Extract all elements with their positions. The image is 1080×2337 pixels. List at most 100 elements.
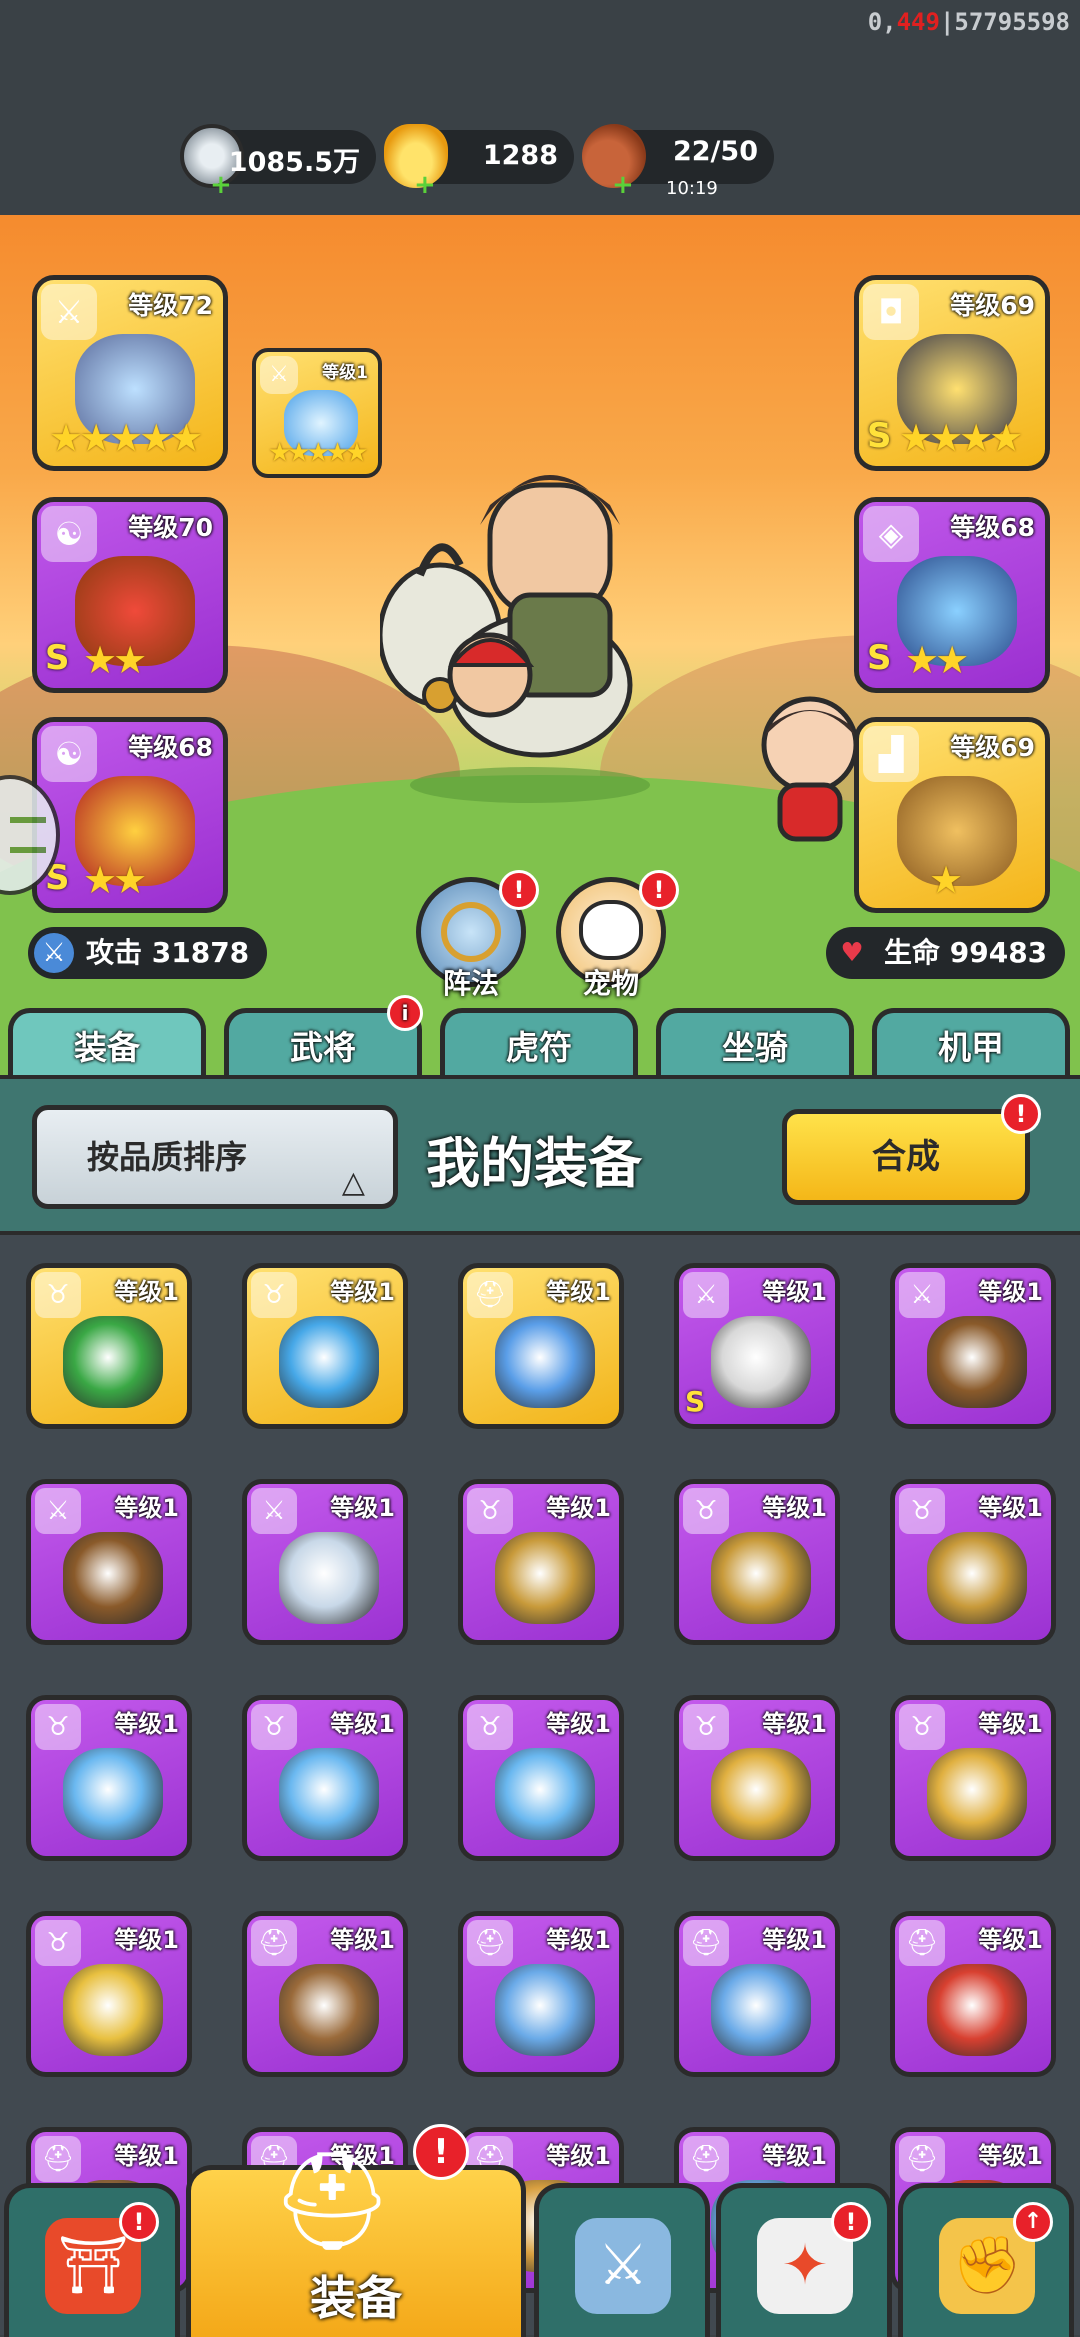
- item-type-icon: ⛑: [251, 1920, 297, 1966]
- item-type-icon: ♉: [35, 1920, 81, 1966]
- item-type-icon: ♉: [899, 1704, 945, 1750]
- tab-tiger-tally[interactable]: 虎符: [440, 1008, 638, 1078]
- stamina-timer: 10:19: [666, 178, 718, 199]
- item-art: [711, 1748, 811, 1840]
- inventory-item[interactable]: ⚔ 等级1: [242, 1479, 408, 1645]
- item-art: [495, 1748, 595, 1840]
- item-level: 等级1: [762, 1494, 827, 1522]
- inventory-item[interactable]: ⛑ 等级1: [242, 1911, 408, 2077]
- add-stamina-icon[interactable]: +: [612, 172, 634, 198]
- slot-talisman-1[interactable]: ☯ 等级70 S ★★: [32, 497, 228, 693]
- inventory-item[interactable]: ⚔ 等级1 S: [674, 1263, 840, 1429]
- item-art: [927, 1316, 1027, 1408]
- inventory-item[interactable]: ⚔ 等级1: [890, 1263, 1056, 1429]
- tab-equipment[interactable]: 装备: [8, 1008, 206, 1078]
- inventory-item[interactable]: ♉ 等级1: [26, 1263, 192, 1429]
- slot-bracer[interactable]: ◈ 等级68 S ★★: [854, 497, 1050, 693]
- nav-generals[interactable]: ✦ !: [716, 2183, 892, 2337]
- item-type-icon: ♉: [35, 1704, 81, 1750]
- nav-city[interactable]: ⛩ !: [4, 2183, 180, 2337]
- sword-icon: ⚔: [34, 933, 74, 973]
- sort-by-quality-button[interactable]: 按品质排序 △: [32, 1105, 398, 1209]
- attack-stat: ⚔ 攻击 31878: [28, 927, 268, 979]
- inventory-item[interactable]: ⛑ 等级1: [458, 1263, 624, 1429]
- silver-resource[interactable]: + 1085.5万: [180, 124, 376, 198]
- item-type-icon: ♉: [683, 1704, 729, 1750]
- inventory-item[interactable]: ♉ 等级1: [26, 1911, 192, 2077]
- inventory-item[interactable]: ♉ 等级1: [674, 1695, 840, 1861]
- session-id: 0,449|57795598: [867, 8, 1070, 36]
- item-level: 等级1: [546, 1278, 611, 1306]
- add-gold-icon[interactable]: +: [414, 172, 436, 198]
- item-art: [927, 1748, 1027, 1840]
- pet-button[interactable]: 宠物 !: [556, 870, 679, 1000]
- nav-battle[interactable]: ⚔: [534, 2183, 710, 2337]
- menu-icon: [10, 817, 46, 853]
- item-type-icon: ♉: [467, 1704, 513, 1750]
- inventory-item[interactable]: ♉ 等级1: [458, 1695, 624, 1861]
- merge-button[interactable]: 合成 !: [782, 1094, 1041, 1205]
- item-art: [279, 1316, 379, 1408]
- item-type-icon: ♉: [251, 1704, 297, 1750]
- slot-weapon[interactable]: ⚔ 等级72 ★★★★★: [32, 275, 228, 471]
- inventory-item[interactable]: ♉ 等级1: [26, 1695, 192, 1861]
- inventory-item[interactable]: ♉ 等级1: [242, 1695, 408, 1861]
- gold-resource[interactable]: + 1288: [384, 124, 574, 198]
- star-rating: ★★★★: [899, 416, 1023, 460]
- star-rating: ★★: [83, 858, 147, 902]
- item-type-icon: ♉: [35, 1272, 81, 1318]
- item-level: 等级1: [330, 1926, 395, 1954]
- stamina-resource[interactable]: + 22/50 10:19: [582, 124, 774, 199]
- panel-title: 我的装备: [426, 1132, 642, 1195]
- item-level: 等级1: [978, 1494, 1043, 1522]
- item-art: [63, 1316, 163, 1408]
- tab-mecha[interactable]: 机甲: [872, 1008, 1070, 1078]
- slot-weapon-sub[interactable]: ⚔ 等级1 ★★★★★: [252, 348, 382, 478]
- item-art: [927, 1964, 1027, 2056]
- item-level: 等级1: [330, 1710, 395, 1738]
- inventory-item[interactable]: ⛑ 等级1: [674, 1911, 840, 2077]
- item-art: [279, 1748, 379, 1840]
- item-type-icon: ⛑: [683, 1920, 729, 1966]
- triangle-up-icon: △: [341, 1165, 365, 1200]
- bottom-nav: ⛩ ! ⛑ 装备 ! ⚔ ✦ ! ✊ ↑: [0, 2124, 1080, 2337]
- inventory-item[interactable]: ♉ 等级1: [674, 1479, 840, 1645]
- formation-icon: [441, 902, 501, 962]
- hero-stage: ⚔ 等级72 ★★★★★ ⚔ 等级1 ★★★★★ ☯ 等级70 S ★★ ☯ 等…: [0, 215, 1080, 1075]
- item-art: [495, 1316, 595, 1408]
- item-type-icon: ♉: [899, 1488, 945, 1534]
- star-rating: ★★: [83, 638, 147, 682]
- item-level: 等级1: [114, 1926, 179, 1954]
- star-rating: ★: [929, 858, 963, 902]
- item-level: 等级1: [978, 1710, 1043, 1738]
- cat-icon: [579, 900, 643, 960]
- item-level: 等级1: [546, 1494, 611, 1522]
- item-level: 等级1: [330, 1278, 395, 1306]
- armor-icon: ◘: [863, 284, 919, 340]
- inventory-item[interactable]: ♉ 等级1: [242, 1263, 408, 1429]
- inventory-item[interactable]: ♉ 等级1: [458, 1479, 624, 1645]
- nav-equipment[interactable]: ⛑ 装备 !: [186, 2124, 526, 2337]
- slot-armor[interactable]: ◘ 等级69 S ★★★★: [854, 275, 1050, 471]
- hero-character[interactable]: [377, 445, 720, 805]
- alert-badge: !: [1001, 1094, 1041, 1134]
- slot-talisman-2[interactable]: ☯ 等级68 S ★★: [32, 717, 228, 913]
- inventory-item[interactable]: ⛑ 等级1: [458, 1911, 624, 2077]
- slot-boots[interactable]: ▟ 等级69 ★: [854, 717, 1050, 913]
- formation-button[interactable]: 阵法 !: [416, 870, 539, 1000]
- inventory-item[interactable]: ⛑ 等级1: [890, 1911, 1056, 2077]
- item-level: 等级1: [762, 1278, 827, 1306]
- inventory-item[interactable]: ♉ 等级1: [890, 1479, 1056, 1645]
- item-art: [63, 1532, 163, 1624]
- star-rating: ★★: [905, 638, 969, 682]
- item-art: [711, 1532, 811, 1624]
- item-type-icon: ⚔: [683, 1272, 729, 1318]
- yin-yang-icon: ☯: [41, 726, 97, 782]
- tab-mount[interactable]: 坐骑: [656, 1008, 854, 1078]
- inventory-item[interactable]: ⚔ 等级1: [26, 1479, 192, 1645]
- inventory-item[interactable]: ♉ 等级1: [890, 1695, 1056, 1861]
- star-rating: ★★★★★: [49, 416, 203, 460]
- nav-upgrade[interactable]: ✊ ↑: [898, 2183, 1074, 2337]
- info-badge: i: [387, 995, 423, 1031]
- tab-generals[interactable]: 武将 i: [224, 995, 423, 1078]
